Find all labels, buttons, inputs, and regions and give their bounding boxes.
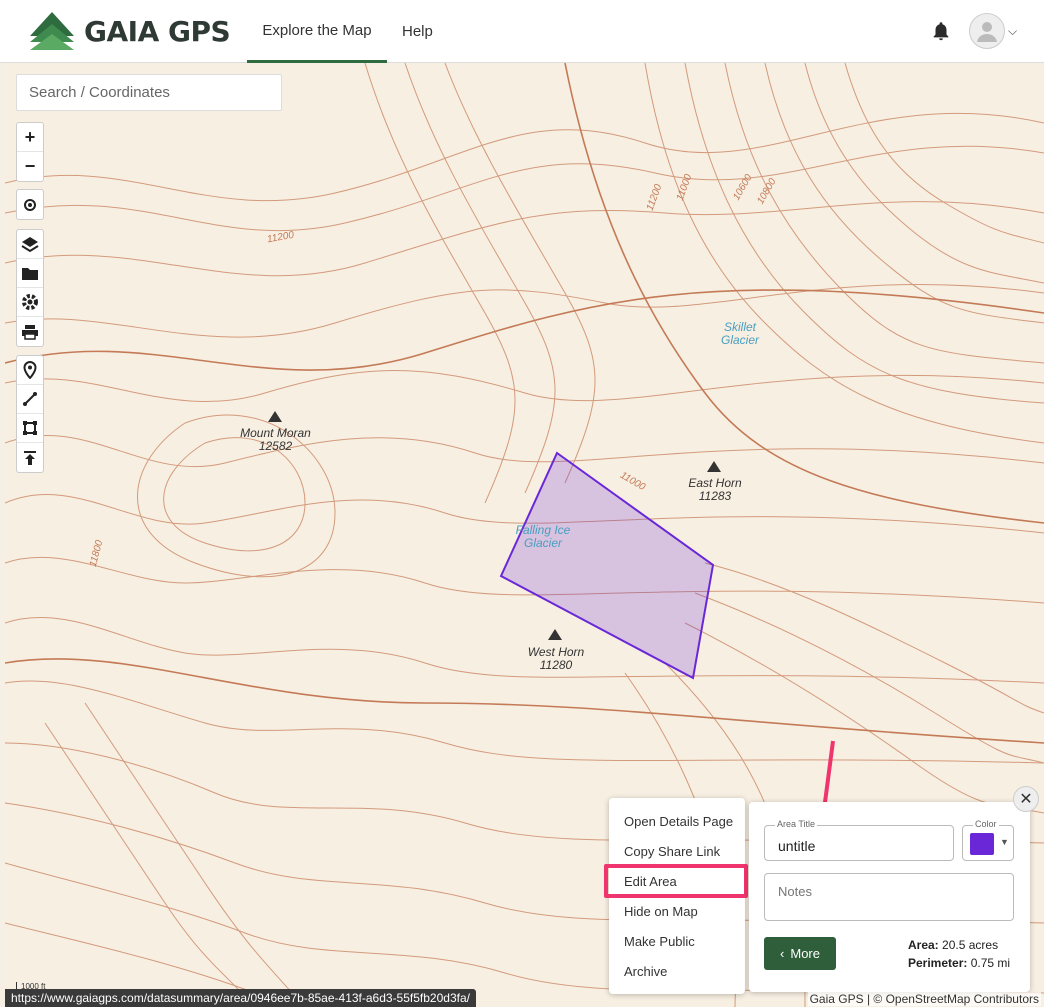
area-title-legend: Area Title <box>775 819 818 829</box>
locate-icon[interactable] <box>17 190 43 219</box>
bell-icon[interactable] <box>930 20 952 47</box>
peak-elevation: 11283 <box>698 489 732 503</box>
folder-icon[interactable] <box>17 259 43 288</box>
menu-item-archive[interactable]: Archive <box>609 956 745 986</box>
area-draw-icon[interactable] <box>17 414 43 443</box>
upload-icon[interactable] <box>17 443 43 472</box>
status-bar-url: https://www.gaiagps.com/datasummary/area… <box>5 989 476 1007</box>
layers-icon[interactable] <box>17 230 43 259</box>
chevron-down-icon[interactable]: ⌵ <box>1008 24 1017 39</box>
area-title-input[interactable] <box>778 838 938 854</box>
close-icon[interactable]: ✕ <box>1013 786 1039 812</box>
color-legend: Color <box>973 819 999 829</box>
area-label: Area: <box>908 938 939 952</box>
area-context-menu: Open Details Page Copy Share Link Edit A… <box>609 798 745 994</box>
glacier-label-skillet: Skillet Glacier <box>720 320 759 347</box>
route-icon[interactable] <box>17 385 43 414</box>
menu-item-make-public[interactable]: Make Public <box>609 926 745 956</box>
area-value: 20.5 acres <box>942 938 999 952</box>
color-swatch <box>970 833 994 855</box>
locate-control <box>16 189 44 220</box>
draw-tools <box>16 355 44 473</box>
area-title-field: Area Title <box>764 819 954 861</box>
nav-help[interactable]: Help <box>402 0 433 63</box>
zoom-out-icon[interactable]: − <box>17 152 43 181</box>
mountain-logo-icon <box>30 12 74 50</box>
dropdown-caret-icon: ▼ <box>1000 837 1009 847</box>
search-input[interactable] <box>16 74 282 111</box>
chevron-left-icon: ‹ <box>780 946 785 961</box>
peak-label-east-horn: East Horn 11283 <box>679 477 751 503</box>
menu-item-hide-on-map[interactable]: Hide on Map <box>609 896 745 926</box>
more-button[interactable]: ‹ More <box>764 937 836 970</box>
zoom-in-icon[interactable]: + <box>17 123 43 152</box>
gear-icon[interactable] <box>17 288 43 317</box>
area-stats: Area: 20.5 acres Perimeter: 0.75 mi <box>908 936 1010 972</box>
peak-label-mount-moran: Mount Moran 12582 <box>233 427 318 453</box>
menu-item-edit-area[interactable]: Edit Area <box>609 866 745 896</box>
color-select[interactable]: Color ▼ <box>962 819 1014 861</box>
brand-name: GAIA GPS <box>84 14 231 48</box>
notes-field <box>764 873 1014 921</box>
menu-item-open-details[interactable]: Open Details Page <box>609 806 745 836</box>
perimeter-label: Perimeter: <box>908 956 968 970</box>
perimeter-value: 0.75 mi <box>970 956 1011 970</box>
brand-logo[interactable]: GAIA GPS <box>28 10 231 52</box>
more-button-label: More <box>790 946 820 961</box>
nav-explore-the-map[interactable]: Explore the Map <box>247 0 387 63</box>
user-avatar-icon[interactable] <box>969 13 1005 49</box>
waypoint-pin-icon[interactable] <box>17 356 43 385</box>
peak-elevation: 12582 <box>258 439 293 453</box>
peak-elevation: 11280 <box>539 658 573 672</box>
zoom-controls: + − <box>16 122 44 182</box>
map-tools <box>16 229 44 347</box>
glacier-label-falling-ice: Falling Ice Glacier <box>515 523 571 550</box>
map-attribution[interactable]: Gaia GPS | © OpenStreetMap Contributors <box>807 992 1041 1006</box>
print-icon[interactable] <box>17 317 43 346</box>
menu-item-copy-share-link[interactable]: Copy Share Link <box>609 836 745 866</box>
peak-label-west-horn: West Horn 11280 <box>520 646 592 672</box>
top-header: GAIA GPS Explore the Map Help ⌵ <box>0 0 1044 63</box>
notes-input[interactable] <box>778 884 998 912</box>
